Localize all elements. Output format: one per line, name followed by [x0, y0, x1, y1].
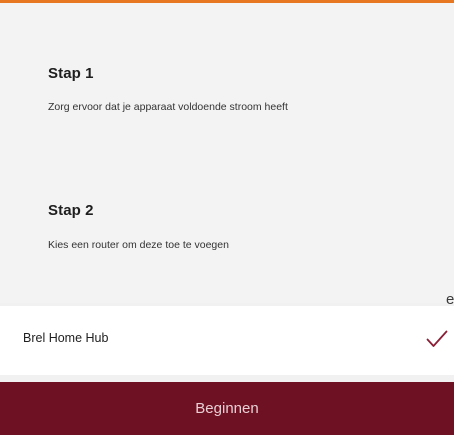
step-title: Stap 2: [48, 202, 94, 219]
router-list-item[interactable]: Brel Home Hub: [0, 306, 454, 375]
step-description: Kies een router om deze toe te voegen: [48, 239, 229, 251]
step-title: Stap 1: [48, 65, 94, 82]
clipped-edge-text: e: [446, 291, 454, 308]
step-description: Zorg ervoor dat je apparaat voldoende st…: [48, 101, 288, 113]
instructions-panel: Stap 1 Zorg ervoor dat je apparaat voldo…: [0, 3, 454, 303]
spacer: [0, 375, 454, 382]
begin-button[interactable]: Beginnen: [0, 382, 454, 435]
step-1: Stap 1 Zorg ervoor dat je apparaat voldo…: [48, 65, 288, 113]
step-2: Stap 2 Kies een router om deze toe te vo…: [48, 202, 229, 251]
checkmark-icon: [426, 330, 448, 347]
router-name: Brel Home Hub: [23, 331, 109, 345]
